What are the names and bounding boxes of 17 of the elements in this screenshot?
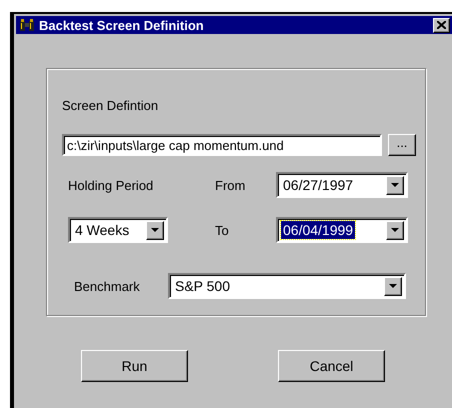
browse-button[interactable]: ... [388,134,416,156]
field-label: Holding Period [68,178,154,192]
close-button[interactable] [433,18,450,32]
cancel-button[interactable]: Cancel [278,350,385,382]
close-icon [437,21,446,29]
field-label: Benchmark [74,278,141,294]
window-title: Backtest Screen Definition [39,18,205,32]
run-button[interactable]: Run [81,350,188,382]
benchmark-dropdown[interactable]: S&P 500 [168,273,406,299]
path-field[interactable]: c:\zir\inputs\large cap momentum.und [62,134,382,156]
field-label: From [215,178,246,192]
field-label: To [215,222,230,238]
binoculars-icon [19,18,35,32]
date-dropdown[interactable]: 06/04/1999 [276,217,408,243]
date-dropdown[interactable]: 06/27/1997 [276,172,408,198]
field-label: Screen Defintion [62,98,160,114]
period-dropdown[interactable]: 4 Weeks [68,217,168,243]
